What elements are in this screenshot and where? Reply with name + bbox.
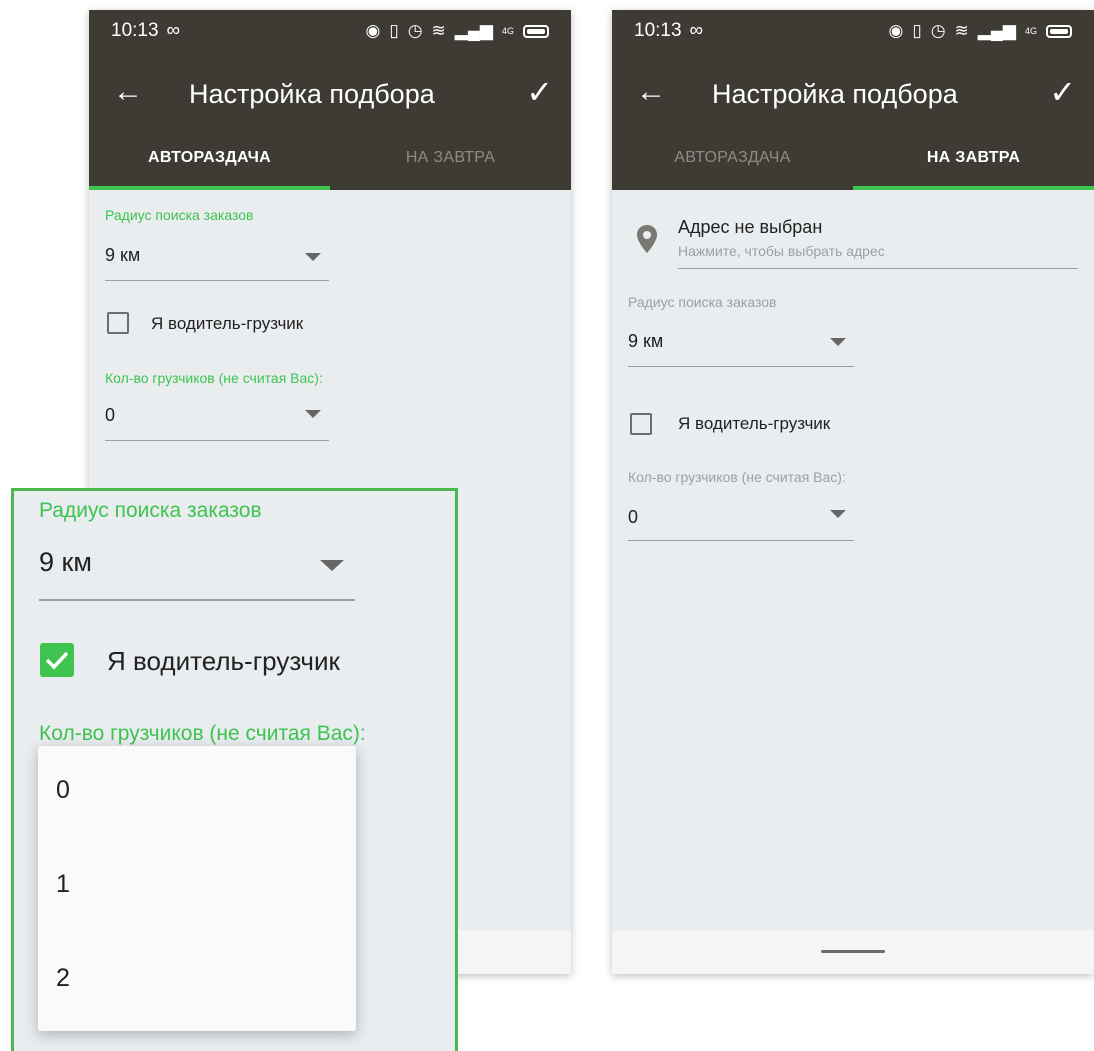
status-bar: 10:13 ∞ ◉ ▯ ◷ ≋ ▂▄▆ 4G [612, 10, 1094, 52]
app-bar: ← Настройка подбора ✓ [89, 52, 571, 136]
back-arrow-icon[interactable]: ← [113, 72, 143, 112]
chevron-down-icon[interactable] [305, 253, 321, 261]
chevron-down-icon[interactable] [320, 560, 344, 571]
loader-checkbox[interactable] [630, 413, 652, 435]
wifi-icon: ≋ [431, 21, 446, 40]
network-type: 4G [1024, 26, 1037, 36]
radius-select-underline [628, 366, 854, 367]
wifi-icon: ≋ [954, 21, 969, 40]
back-arrow-icon[interactable]: ← [636, 72, 666, 112]
status-icons: ◉ ▯ ◷ ≋ ▂▄▆ 4G [365, 21, 549, 41]
vibrate-icon: ▯ [912, 21, 922, 40]
tab-bar: АВТОРАЗДАЧА НА ЗАВТРА [612, 136, 1094, 190]
page-title: Настройка подбора [189, 79, 435, 109]
loaders-count-label: Кол-во грузчиков (не считая Вас): [628, 469, 846, 485]
navigation-bar [612, 930, 1094, 974]
loader-checkbox-label: Я водитель-грузчик [678, 414, 831, 433]
location-pin-icon [637, 225, 657, 253]
app-bar: ← Настройка подбора ✓ [612, 52, 1094, 136]
tab-tomorrow[interactable]: НА ЗАВТРА [330, 136, 571, 190]
nfc-icon: ◉ [365, 21, 381, 40]
loaders-count-value[interactable]: 0 [105, 405, 115, 426]
battery-icon [523, 24, 549, 38]
loader-checkbox[interactable] [107, 312, 129, 334]
radius-label: Радиус поиска заказов [628, 294, 777, 310]
loader-checkbox-label: Я водитель-грузчик [107, 646, 340, 676]
radius-select-value[interactable]: 9 км [105, 245, 140, 266]
status-time: 10:13 [111, 20, 159, 41]
loader-checkbox-checked[interactable] [40, 643, 74, 677]
tab-autodistribution[interactable]: АВТОРАЗДАЧА [89, 136, 330, 190]
infinity-icon: ∞ [166, 20, 181, 41]
dropdown-option[interactable]: 1 [56, 870, 70, 899]
tab-tomorrow[interactable]: НА ЗАВТРА [853, 136, 1094, 190]
home-gesture-handle[interactable] [821, 950, 885, 953]
checkmark-icon [45, 651, 69, 670]
confirm-check-icon[interactable]: ✓ [1049, 72, 1076, 112]
infinity-icon: ∞ [689, 20, 704, 41]
radius-select-value[interactable]: 9 км [39, 547, 92, 578]
chevron-down-icon[interactable] [830, 338, 846, 346]
tab-autodistribution[interactable]: АВТОРАЗДАЧА [612, 136, 853, 190]
alarm-icon: ◷ [407, 21, 423, 40]
dropdown-option[interactable]: 0 [56, 776, 70, 805]
alarm-icon: ◷ [930, 21, 946, 40]
confirm-check-icon[interactable]: ✓ [526, 72, 553, 112]
zoomed-detail-panel: Радиус поиска заказов 9 км Я водитель-гр… [11, 488, 458, 1051]
radius-select-value[interactable]: 9 км [628, 331, 663, 352]
address-title[interactable]: Адрес не выбран [678, 217, 822, 238]
loaders-count-label: Кол-во грузчиков (не считая Вас): [105, 370, 323, 386]
loaders-count-dropdown-menu: 0 1 2 [38, 746, 356, 1031]
address-hint[interactable]: Нажмите, чтобы выбрать адрес [678, 243, 885, 259]
right-phone-screen: 10:13 ∞ ◉ ▯ ◷ ≋ ▂▄▆ 4G ← Настройка подбо… [612, 10, 1094, 974]
chevron-down-icon[interactable] [830, 510, 846, 518]
page-title: Настройка подбора [712, 79, 958, 109]
loaders-count-underline [628, 540, 854, 541]
nfc-icon: ◉ [888, 21, 904, 40]
signal-icon: ▂▄▆ [977, 21, 1016, 40]
signal-icon: ▂▄▆ [454, 21, 493, 40]
radius-select-underline [105, 280, 329, 281]
radius-label: Радиус поиска заказов [105, 207, 254, 223]
status-icons: ◉ ▯ ◷ ≋ ▂▄▆ 4G [888, 21, 1072, 41]
loaders-count-underline [105, 440, 329, 441]
network-type: 4G [501, 26, 514, 36]
address-underline [678, 268, 1078, 269]
loaders-count-label: Кол-во грузчиков (не считая Вас): [39, 722, 366, 745]
loader-checkbox-label: Я водитель-грузчик [151, 314, 304, 333]
chevron-down-icon[interactable] [305, 410, 321, 418]
battery-icon [1046, 24, 1072, 38]
loaders-count-value[interactable]: 0 [628, 507, 638, 528]
vibrate-icon: ▯ [389, 21, 399, 40]
status-time: 10:13 [634, 20, 682, 41]
dropdown-option[interactable]: 2 [56, 964, 70, 993]
tab-bar: АВТОРАЗДАЧА НА ЗАВТРА [89, 136, 571, 190]
status-bar: 10:13 ∞ ◉ ▯ ◷ ≋ ▂▄▆ 4G [89, 10, 571, 52]
radius-select-underline [39, 599, 355, 601]
radius-label: Радиус поиска заказов [39, 499, 262, 522]
